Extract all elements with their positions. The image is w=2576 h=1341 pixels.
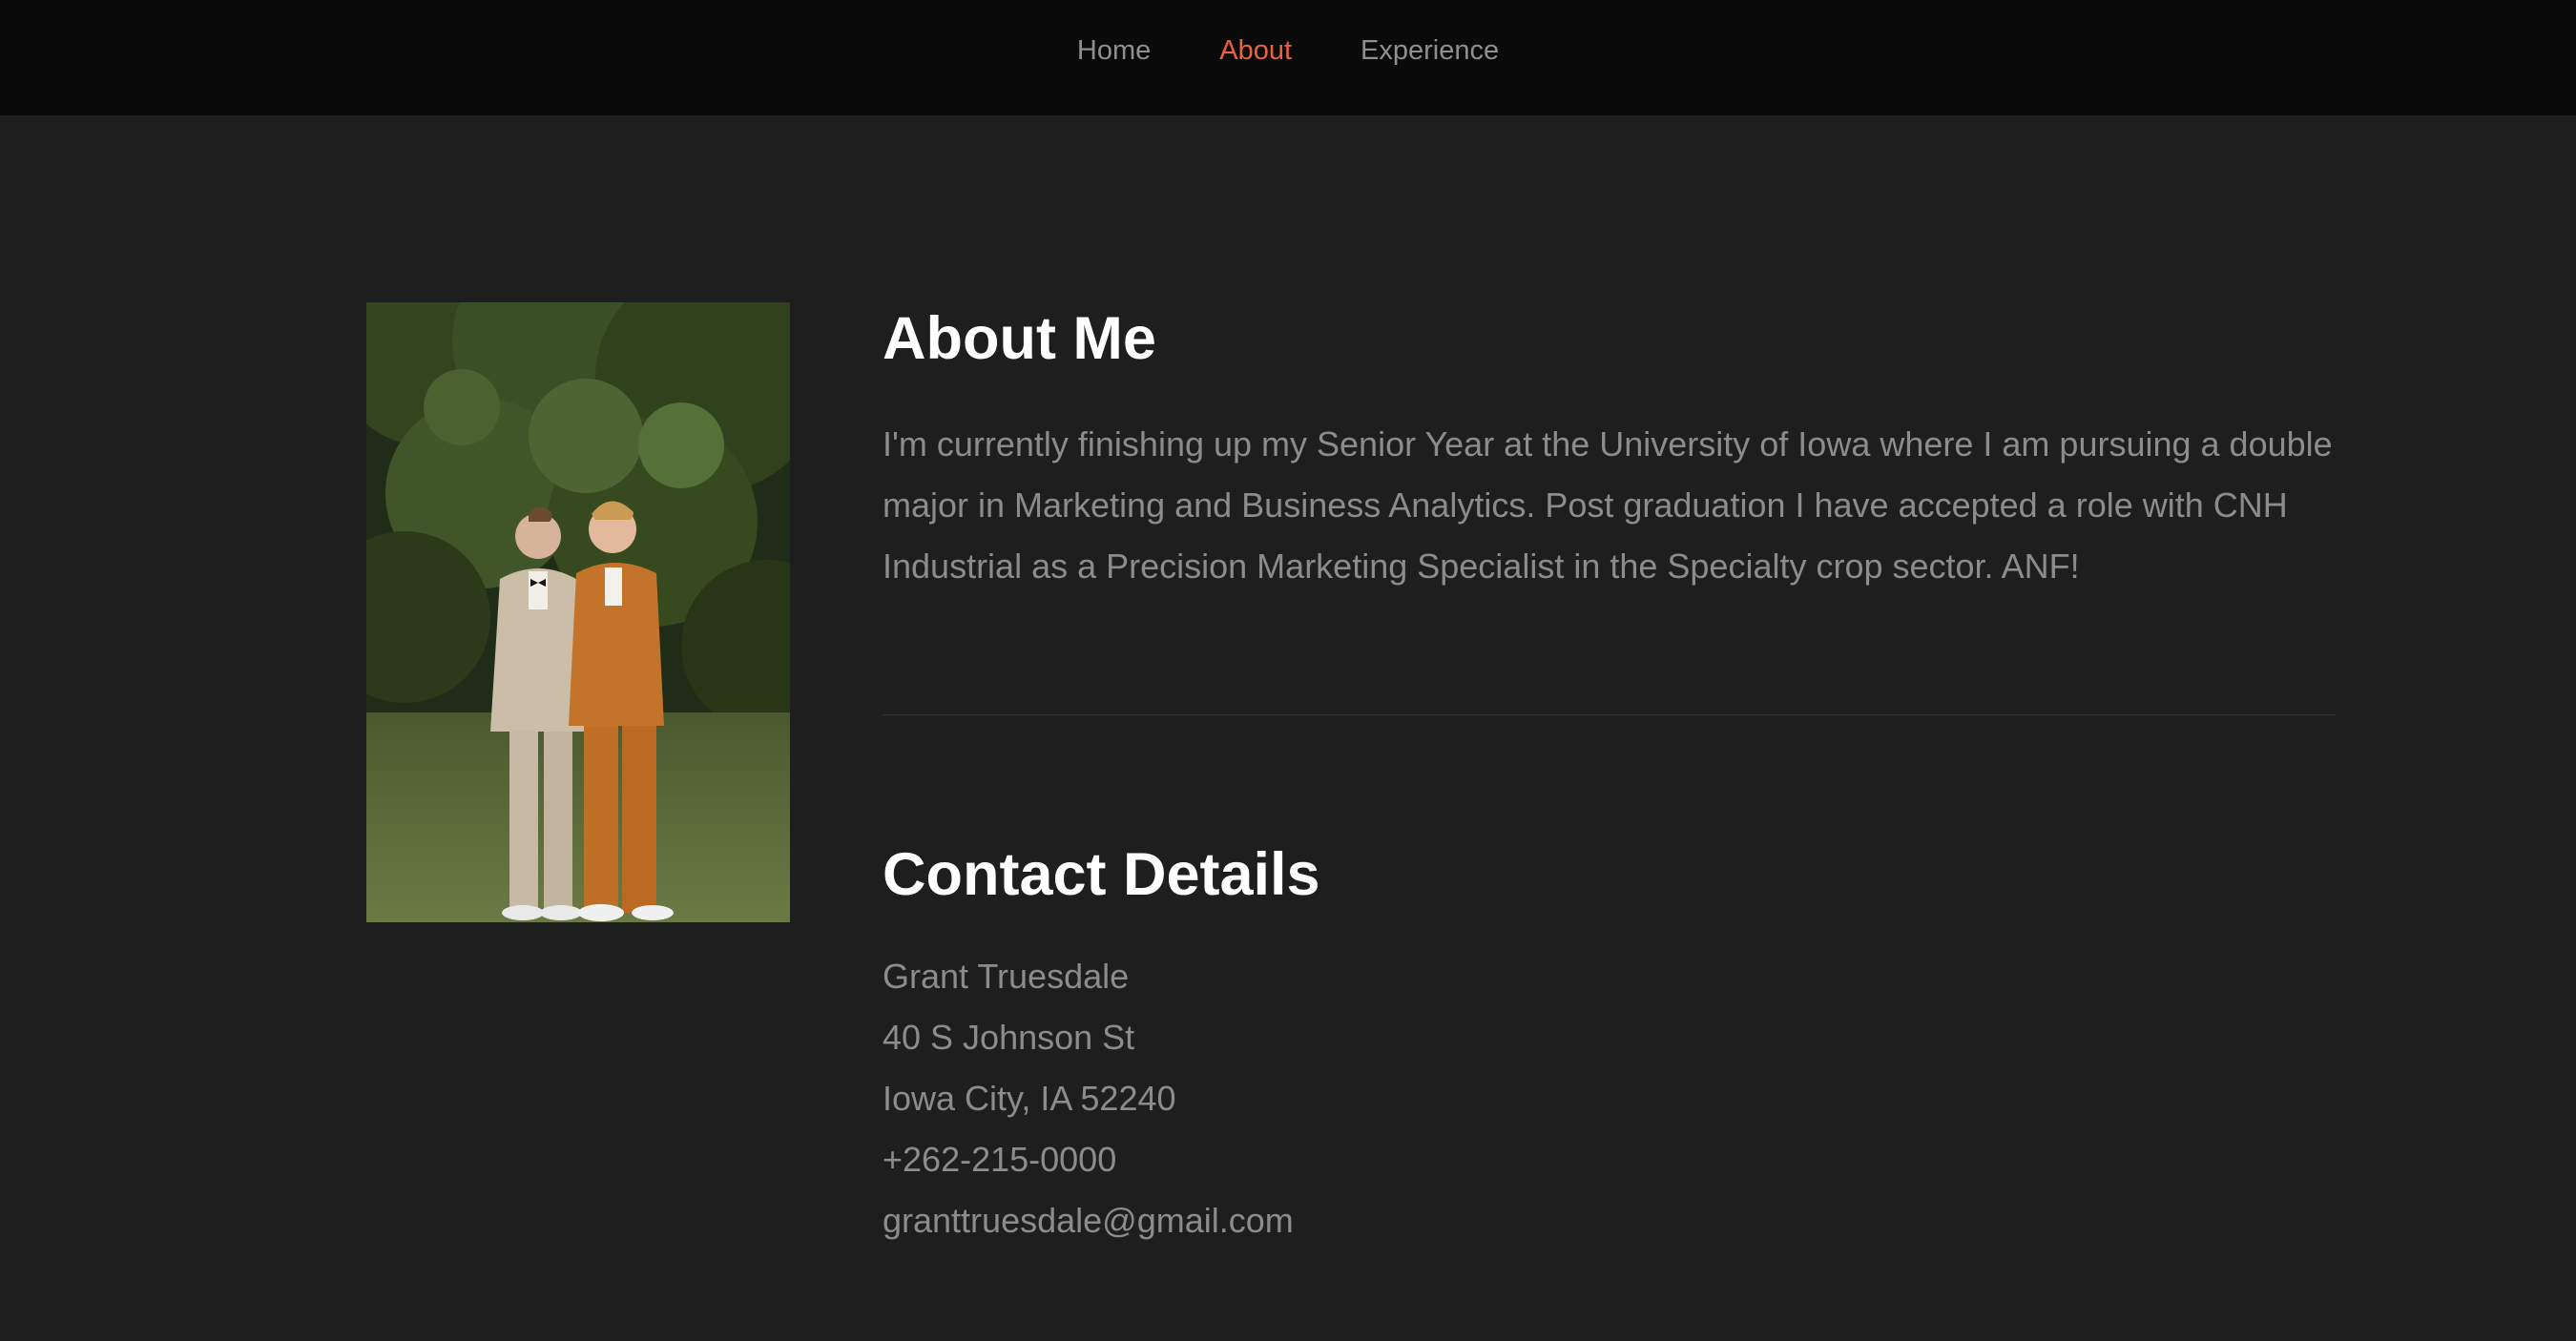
contact-heading: Contact Details (883, 841, 1320, 908)
section-divider (883, 714, 2336, 715)
contact-email[interactable]: granttruesdale@gmail.com (883, 1190, 1294, 1251)
nav-about-link[interactable]: About (1219, 35, 1292, 67)
contact-name: Grant Truesdale (883, 957, 1130, 996)
about-heading: About Me (883, 305, 1156, 372)
contact-phone[interactable]: +262-215-0000 (883, 1129, 1294, 1190)
contact-street: 40 S Johnson St (883, 1018, 1135, 1057)
nav-home-link[interactable]: Home (1077, 35, 1151, 67)
profile-photo (366, 302, 790, 922)
contact-details-list: Grant Truesdale 40 S Johnson St Iowa Cit… (883, 946, 1294, 1251)
top-navigation: Home About Experience (0, 0, 2576, 115)
nav-experience-link[interactable]: Experience (1361, 35, 1499, 67)
about-description: I'm currently finishing up my Senior Yea… (883, 424, 2333, 586)
contact-city: Iowa City, IA 52240 (883, 1079, 1176, 1118)
